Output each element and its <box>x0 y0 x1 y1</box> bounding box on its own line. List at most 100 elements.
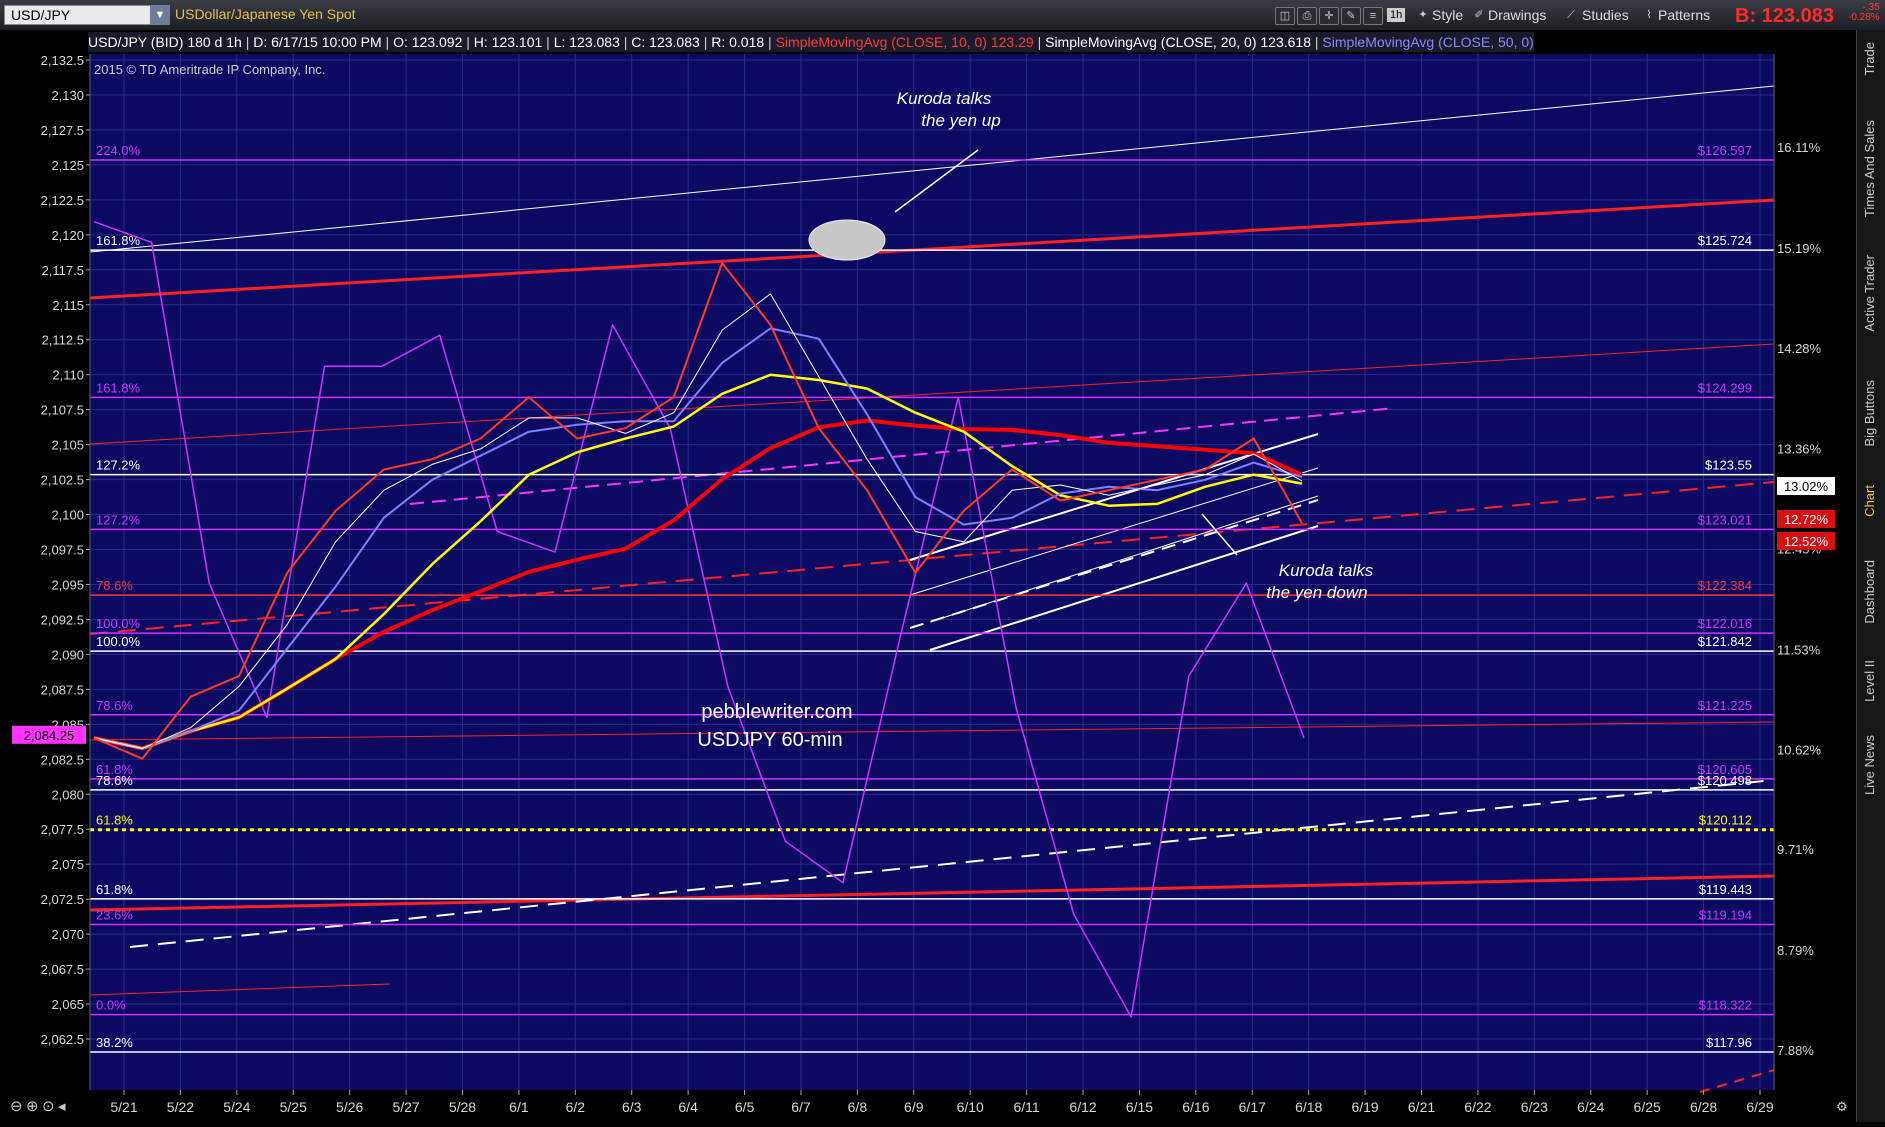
info-date: D: 6/17/15 10:00 PM <box>253 34 382 50</box>
sidebar-tab-times-and-sales[interactable]: Times And Sales <box>1862 120 1882 217</box>
info-high: H: 123.101 <box>473 34 543 50</box>
fib-level-pct: 161.8% <box>96 380 141 395</box>
info-symbol: USD/JPY (BID) 180 d 1h <box>88 34 242 50</box>
fib-level-pct: 78.6% <box>96 773 133 788</box>
sidebar-tab-big-buttons[interactable]: Big Buttons <box>1862 380 1882 447</box>
sidebar-tab-trade[interactable]: Trade <box>1862 42 1882 75</box>
fib-level-pct: 224.0% <box>96 143 141 158</box>
fib-level-pct: 61.8% <box>96 813 133 828</box>
sidebar-tab-dashboard[interactable]: Dashboard <box>1862 560 1882 624</box>
fib-level-pct: 38.2% <box>96 1035 133 1050</box>
info-range: R: 0.018 <box>711 34 765 50</box>
left-axis-label: 2,125 <box>51 158 84 173</box>
left-axis-label: 2,072.5 <box>41 892 84 907</box>
left-axis-label: 2,070 <box>51 927 84 942</box>
left-axis-label: 2,122.5 <box>41 193 84 208</box>
zoom-control-icon[interactable]: ⊕ <box>26 1098 39 1115</box>
fib-level-pct: 78.6% <box>96 578 133 593</box>
right-axis-label: 13.36% <box>1777 442 1822 457</box>
x-axis-label: 6/4 <box>678 1099 698 1115</box>
drawing-tool-icon[interactable]: ≡ <box>1363 7 1383 25</box>
left-axis-label: 2,120 <box>51 228 84 243</box>
fib-level-price: $117.96 <box>1706 1035 1752 1050</box>
fib-level-price: $120.498 <box>1698 773 1752 788</box>
left-axis-label: 2,097.5 <box>41 543 84 558</box>
drawings-icon: ✐ <box>1474 9 1484 21</box>
info-sma50: SimpleMovingAvg (CLOSE, 50, 0) <box>1322 34 1534 50</box>
fib-level-price: $121.842 <box>1698 634 1752 649</box>
fib-level-price: $125.724 <box>1698 233 1752 248</box>
x-axis-label: 6/8 <box>848 1099 868 1115</box>
fib-level-pct: 127.2% <box>96 512 141 527</box>
x-axis-label: 6/22 <box>1464 1099 1491 1115</box>
x-axis-label: 6/12 <box>1069 1099 1096 1115</box>
info-sma20-value: 123.618 <box>1260 34 1311 50</box>
info-sma10-value: 123.29 <box>990 34 1034 50</box>
sidebar-tab-live-news[interactable]: Live News <box>1862 735 1882 795</box>
symbol-dropdown-button[interactable]: ▼ <box>150 5 170 25</box>
x-axis-label: 6/17 <box>1239 1099 1266 1115</box>
style-menu[interactable]: Style <box>1432 6 1463 24</box>
x-axis-label: 5/25 <box>280 1099 307 1115</box>
sidebar-tab-active-trader[interactable]: Active Trader <box>1862 255 1882 332</box>
aggregation-button[interactable]: 1h <box>1387 8 1406 22</box>
print-icon[interactable]: ⎙ <box>1297 7 1317 25</box>
zoom-control-icon[interactable]: ◂ <box>58 1098 66 1115</box>
left-axis-label: 2,130 <box>51 88 84 103</box>
patterns-icon: ⌇ <box>1646 9 1652 21</box>
symbol-text: USD/JPY <box>11 7 71 23</box>
x-axis-label: 6/9 <box>904 1099 924 1115</box>
left-axis-label: 2,067.5 <box>41 962 84 977</box>
left-axis-label: 2,110 <box>52 368 84 383</box>
x-axis-label: 6/7 <box>791 1099 811 1115</box>
x-axis-label: 6/25 <box>1634 1099 1661 1115</box>
left-axis-label: 2,082.5 <box>41 752 84 767</box>
left-axis-label: 2,117.5 <box>42 263 84 278</box>
info-bar: USD/JPY (BID) 180 d 1h | D: 6/17/15 10:0… <box>88 32 1534 52</box>
chart-area[interactable]: 224.0% $126.597 161.8% $125.724 161.8% $124.2… <box>0 30 1856 1122</box>
x-axis-label: 6/23 <box>1521 1099 1548 1115</box>
crosshair-icon[interactable]: ✛ <box>1319 7 1339 25</box>
fib-level-pct: 100.0% <box>96 616 141 631</box>
chart-settings-icon[interactable]: ⚙ <box>1836 1099 1848 1114</box>
fib-level-pct: 127.2% <box>96 458 141 473</box>
wrench-icon[interactable]: ✎ <box>1341 7 1361 25</box>
studies-menu[interactable]: Studies <box>1582 6 1629 24</box>
right-axis-label: 8.79% <box>1777 943 1814 958</box>
annotation-kuroda-up-line1: Kuroda talks <box>897 89 992 108</box>
zoom-control-icon[interactable]: ⊙ <box>42 1098 55 1115</box>
info-sma10: SimpleMovingAvg (CLOSE, 10, 0) <box>775 34 987 50</box>
fib-level-price: $123.021 <box>1698 512 1752 527</box>
symbol-input[interactable]: USD/JPY <box>4 5 164 25</box>
right-axis-label: 14.28% <box>1777 341 1822 356</box>
right-axis-marker-label: 13.02% <box>1784 479 1829 494</box>
fib-level-price: $126.597 <box>1698 143 1752 158</box>
x-axis-label: 5/21 <box>110 1099 137 1115</box>
right-axis-marker-label: 12.52% <box>1784 534 1829 549</box>
left-axis-label: 2,127.5 <box>41 123 84 138</box>
right-sidebar: Trade Times And Sales Active Trader Big … <box>1856 30 1885 1122</box>
snapshot-icon[interactable]: ◫ <box>1275 7 1295 25</box>
info-low: L: 123.083 <box>553 34 620 50</box>
left-axis-label: 2,105 <box>51 438 84 453</box>
annotation-kuroda-down-line1: Kuroda talks <box>1279 561 1374 580</box>
sidebar-tab-chart[interactable]: Chart <box>1862 485 1882 517</box>
fib-level-price: $119.443 <box>1699 882 1752 897</box>
left-axis-label: 2,077.5 <box>41 822 84 837</box>
fib-level-pct: 100.0% <box>96 634 141 649</box>
x-axis-label: 5/28 <box>449 1099 476 1115</box>
x-axis-label: 6/18 <box>1295 1099 1322 1115</box>
info-sma20: SimpleMovingAvg (CLOSE, 20, 0) <box>1045 34 1257 50</box>
fib-level-price: $123.55 <box>1705 458 1752 473</box>
x-axis-label: 6/1 <box>509 1099 529 1115</box>
bid-change-pct: -0.28% <box>1848 12 1880 23</box>
price-chart[interactable]: 224.0% $126.597161.8% $125.724161.8% $124.2… <box>0 30 1856 1122</box>
sidebar-tab-level-ii[interactable]: Level II <box>1862 660 1882 702</box>
annotation-highlight-ellipse <box>808 219 886 261</box>
info-close: C: 123.083 <box>631 34 700 50</box>
watermark-site: pebblewriter.com <box>701 701 852 723</box>
left-axis-label: 2,090 <box>51 647 84 662</box>
drawings-menu[interactable]: Drawings <box>1488 6 1546 24</box>
patterns-menu[interactable]: Patterns <box>1658 6 1710 24</box>
zoom-control-icon[interactable]: ⊖ <box>10 1098 23 1115</box>
